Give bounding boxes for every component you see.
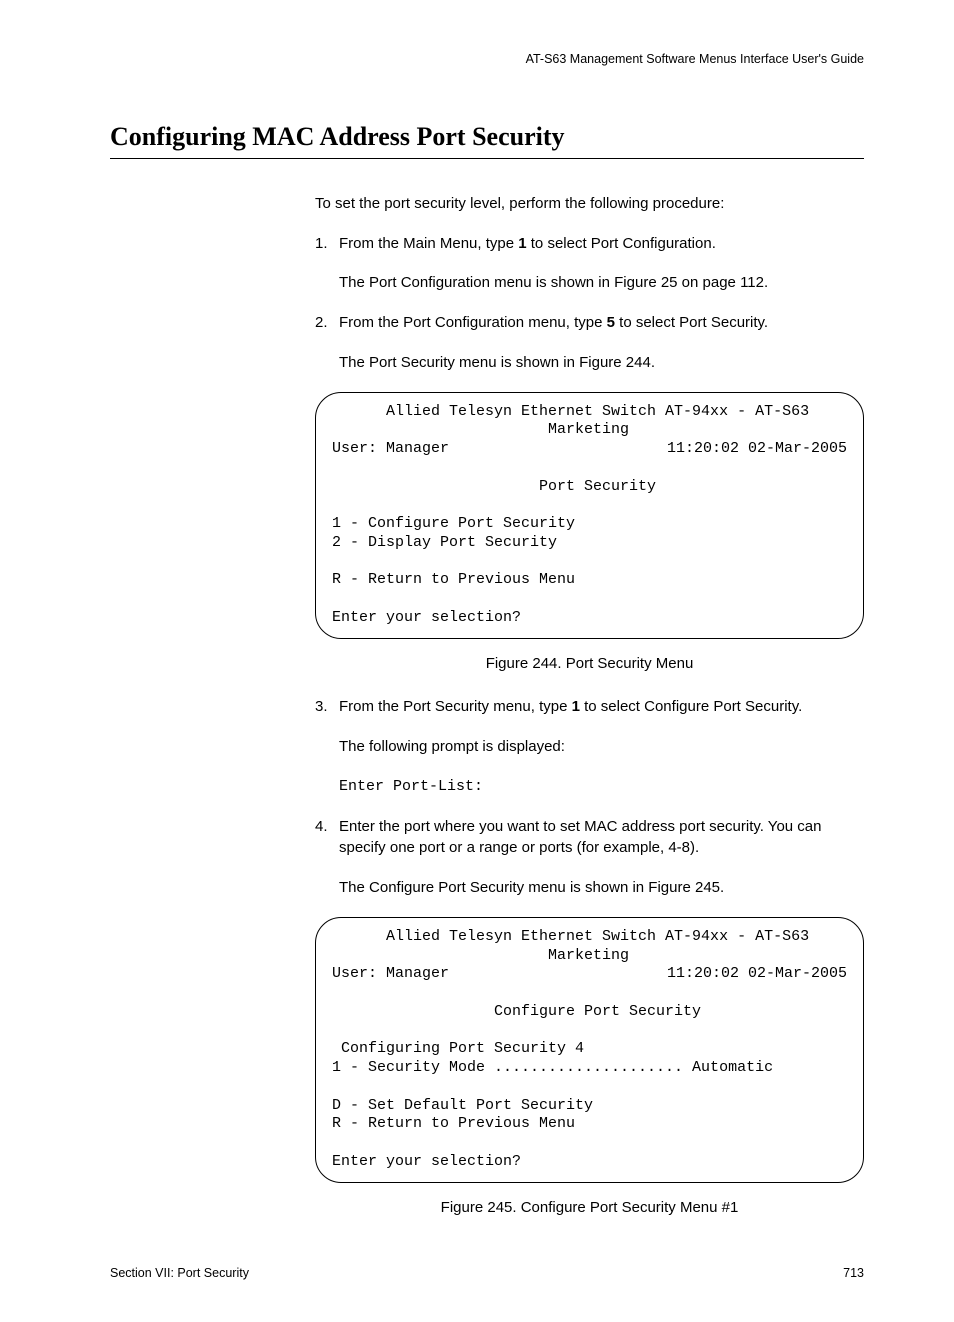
terminal-screen-2: Allied Telesyn Ethernet Switch AT-94xx -…: [315, 917, 864, 1183]
figure-caption-245: Figure 245. Configure Port Security Menu…: [315, 1197, 864, 1219]
step-number: 1.: [315, 233, 339, 255]
figure-caption-244: Figure 244. Port Security Menu: [315, 653, 864, 675]
page-title: Configuring MAC Address Port Security: [110, 118, 864, 159]
step-4: 4. Enter the port where you want to set …: [315, 816, 864, 860]
step-number: 4.: [315, 816, 339, 860]
step-text: Enter the port where you want to set MAC…: [339, 816, 864, 860]
intro-paragraph: To set the port security level, perform …: [315, 193, 864, 215]
step-number: 2.: [315, 312, 339, 334]
page-footer: Section VII: Port Security 713: [110, 1264, 864, 1282]
footer-section: Section VII: Port Security: [110, 1264, 249, 1282]
step-number: 3.: [315, 696, 339, 718]
step-3-sub: The following prompt is displayed:: [339, 736, 864, 758]
step-text: From the Port Security menu, type 1 to s…: [339, 696, 864, 718]
step-text: From the Main Menu, type 1 to select Por…: [339, 233, 864, 255]
step-4-sub: The Configure Port Security menu is show…: [339, 877, 864, 899]
running-header: AT-S63 Management Software Menus Interfa…: [110, 50, 864, 68]
body-content: To set the port security level, perform …: [315, 193, 864, 1219]
step-1: 1. From the Main Menu, type 1 to select …: [315, 233, 864, 255]
step-1-sub: The Port Configuration menu is shown in …: [339, 272, 864, 294]
step-3: 3. From the Port Security menu, type 1 t…: [315, 696, 864, 718]
page-number: 713: [843, 1264, 864, 1282]
step-2: 2. From the Port Configuration menu, typ…: [315, 312, 864, 334]
step-2-sub: The Port Security menu is shown in Figur…: [339, 352, 864, 374]
step-text: From the Port Configuration menu, type 5…: [339, 312, 864, 334]
prompt-text: Enter Port-List:: [339, 776, 864, 798]
terminal-screen-1: Allied Telesyn Ethernet Switch AT-94xx -…: [315, 392, 864, 639]
